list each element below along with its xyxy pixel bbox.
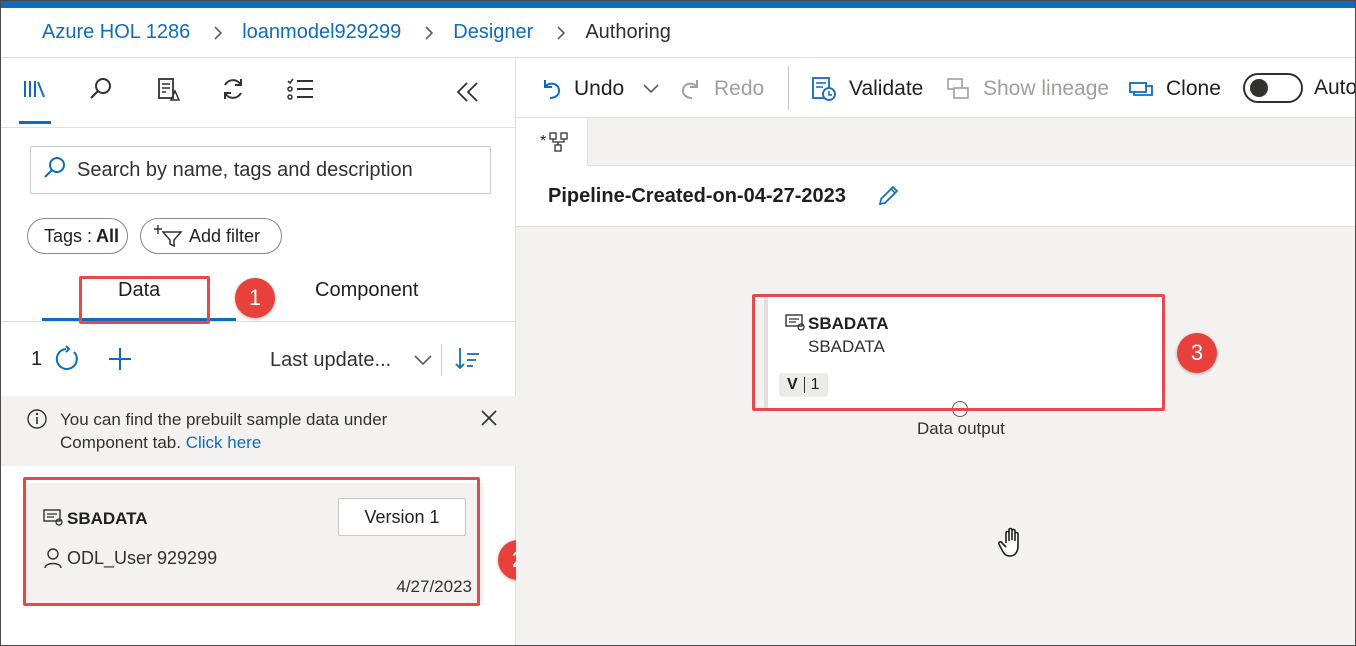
close-icon[interactable] [479,408,499,434]
clone-icon [1128,78,1154,100]
pipeline-title-bar: Pipeline-Created-on-04-27-2023 [516,166,1355,227]
chevron-down-icon[interactable] [411,348,435,372]
undo-label: Undo [574,77,625,100]
dataset-icon [42,507,64,532]
version-badge-value: 1 [810,376,820,393]
dataset-name: SBADATA [67,509,148,528]
library-icon[interactable] [20,74,50,104]
edit-icon[interactable] [876,184,900,213]
callout-badge-3: 3 [1177,333,1217,373]
refresh-icon[interactable] [218,74,248,104]
toolbar-separator [788,66,789,110]
breadcrumb-workspace[interactable]: Azure HOL 1286 [42,21,190,44]
redo-label: Redo [714,77,765,100]
document-tab-strip: * [516,118,1355,166]
breadcrumb-current: Authoring [585,21,671,43]
search-box[interactable] [30,146,491,194]
toggle-knob [1250,79,1268,97]
version-button[interactable]: Version 1 [338,498,466,536]
search-icon [43,156,67,185]
sort-icon[interactable] [453,344,481,374]
redo-icon [680,77,702,101]
lineage-icon [945,76,971,102]
tab-data[interactable]: Data [118,279,160,302]
validate-label: Validate [849,77,924,100]
tab-data-underline [42,318,236,321]
undo-button[interactable]: Undo [540,75,624,103]
pipeline-title: Pipeline-Created-on-04-27-2023 [548,185,846,207]
node-name: SBADATA [808,314,889,333]
show-lineage-label: Show lineage [983,77,1110,100]
info-message: You can find the prebuilt sample data un… [60,408,440,454]
unsaved-marker: * [540,133,547,150]
dataset-icon [784,312,806,337]
chevron-right-icon [212,25,224,41]
top-accent-bar [1,1,1355,8]
designer-canvas[interactable]: SBADATA SBADATA V 1 Data output 3 [516,227,1355,645]
tags-filter-pill[interactable]: Tags : All [27,218,128,254]
dataset-date: 4/27/2023 [396,577,472,596]
tags-filter-value: All [96,225,120,246]
validate-icon [811,76,837,102]
breadcrumb: Azure HOL 1286 loanmodel929299 Designer … [1,8,1355,58]
redo-button[interactable]: Redo [680,75,764,103]
collapse-panel-icon[interactable] [451,76,483,108]
validate-button[interactable]: Validate [811,75,923,103]
badge-divider [803,377,805,393]
tab-component[interactable]: Component [315,279,418,302]
info-link[interactable]: Click here [186,433,262,452]
auto-toggle[interactable] [1243,73,1303,103]
pipeline-icon [548,131,570,153]
refresh-icon[interactable] [51,344,81,374]
active-tab-indicator [19,121,51,124]
sort-dropdown-label[interactable]: Last update... [270,349,391,372]
toolbar-separator [441,344,442,376]
hand-cursor-icon [997,525,1029,564]
list-icon[interactable] [285,74,315,104]
add-icon[interactable] [105,344,135,374]
auto-toggle-label: Auto [1314,76,1356,99]
dataset-node[interactable]: SBADATA SBADATA V 1 [764,295,1163,409]
panel-icon-tabs [1,58,516,128]
search-input[interactable] [77,158,477,182]
node-subtitle: SBADATA [808,337,885,356]
dataset-owner: ODL_User 929299 [67,548,218,568]
undo-dropdown-icon[interactable] [642,75,660,103]
version-badge-key: V [787,376,798,393]
breadcrumb-designer[interactable]: Designer [453,21,533,44]
output-port-label: Data output [917,419,1005,438]
clone-button[interactable]: Clone [1128,75,1221,103]
version-badge: V 1 [779,373,828,397]
tab-divider [1,321,516,322]
output-port[interactable] [952,401,968,417]
breadcrumb-model[interactable]: loanmodel929299 [242,21,401,44]
add-filter-label: Add filter [189,225,261,246]
person-icon [43,547,63,574]
show-lineage-button[interactable]: Show lineage [945,75,1109,103]
info-banner: You can find the prebuilt sample data un… [1,396,516,466]
undo-icon [540,77,562,101]
dataset-card[interactable]: SBADATA Version 1 ODL_User 929299 4/27/2… [26,483,484,605]
list-toolbar: 1 Last update... [1,338,516,382]
clone-label: Clone [1166,77,1221,100]
item-count: 1 [31,348,43,370]
add-filter-button[interactable]: Add filter [140,218,282,254]
asset-icon[interactable] [153,74,183,104]
chevron-right-icon [423,25,435,41]
designer-toolbar: Undo Redo Validate Show lineage Clone Au… [516,58,1356,118]
callout-badge-1: 1 [235,278,275,318]
pipeline-doc-tab[interactable]: * [516,118,588,166]
tags-filter-label: Tags : [44,225,93,246]
app-window: Azure HOL 1286 loanmodel929299 Designer … [0,0,1356,646]
info-icon [26,408,48,436]
chevron-right-icon [555,25,567,41]
search-icon[interactable] [86,74,116,104]
asset-library-panel: Tags : All Add filter Data Component 1 1… [1,58,538,645]
add-filter-icon [153,224,185,248]
